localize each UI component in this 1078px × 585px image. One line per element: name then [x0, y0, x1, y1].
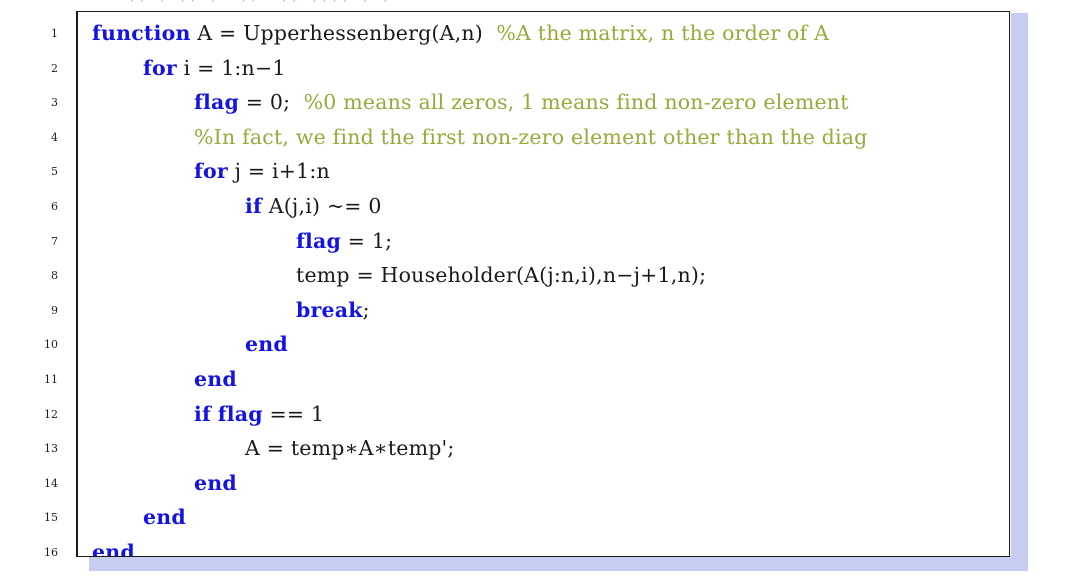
code-keyword: end	[194, 470, 237, 495]
clipped-text: . , ; . , . , ; . , . . , ; . . , , . , …	[120, 0, 389, 4]
code-line: flag = 0; %0 means all zeros, 1 means fi…	[92, 90, 1009, 125]
code-identifier: j = i+1:n	[227, 159, 330, 184]
line-number: 7	[51, 234, 58, 248]
code-comment: %In fact, we find the first non-zero ele…	[194, 124, 868, 149]
code-identifier: i = 1:n−1	[176, 55, 286, 80]
code-line: end	[92, 540, 1009, 557]
code-listing-frame: function A = Upperhessenberg(A,n) %A the…	[76, 11, 1010, 557]
code-identifier: == 1	[262, 401, 325, 426]
clipped-text-row-above-listing: . , ; . , . , ; . , . . , ; . . , , . , …	[0, 0, 1078, 7]
code-keyword: if	[194, 401, 212, 426]
code-keyword: flag	[194, 90, 240, 115]
code-keyword: end	[245, 332, 288, 357]
code-line: if flag == 1	[92, 402, 1009, 437]
line-number: 13	[44, 442, 58, 456]
code-comment: %0 means all zeros, 1 means find non-zer…	[303, 90, 849, 115]
code-keyword: for	[143, 55, 177, 80]
code-line: end	[92, 367, 1009, 402]
code-keyword: if	[245, 194, 263, 218]
code-identifier: A = temp∗A∗temp';	[245, 436, 455, 461]
code-keyword: end	[143, 505, 186, 530]
code-identifier: = 1;	[341, 228, 393, 253]
code-identifier: temp = Householder(A(j:n,i),n−j+1,n);	[296, 263, 707, 288]
line-number: 3	[51, 96, 58, 110]
listing-shadow-bottom	[89, 556, 1028, 571]
line-number: 5	[51, 165, 58, 179]
code-identifier	[211, 402, 218, 426]
line-number: 16	[44, 546, 58, 559]
code-line: %In fact, we find the first non-zero ele…	[92, 125, 1009, 160]
code-line: flag = 1;	[92, 229, 1009, 264]
line-number: 1	[51, 27, 58, 40]
listing-shadow-right	[1011, 13, 1028, 571]
code-keyword: end	[194, 367, 237, 391]
code-line: end	[92, 332, 1009, 367]
code-line: for i = 1:n−1	[92, 56, 1009, 91]
line-number: 14	[44, 476, 58, 490]
code-line: A = temp∗A∗temp';	[92, 436, 1009, 471]
line-number-gutter: 1 2 3 4 5 6 7 8 9 10 11 12 13 14 15 16	[0, 11, 74, 559]
code-identifier: A(j,i) ~= 0	[262, 194, 382, 218]
line-number: 8	[51, 269, 58, 283]
code-identifier: ;	[362, 297, 370, 322]
line-number: 6	[51, 200, 58, 213]
code-keyword: function	[92, 21, 191, 45]
code-line: if A(j,i) ~= 0	[92, 194, 1009, 229]
code-keyword: for	[194, 159, 228, 184]
code-keyword: flag	[296, 228, 342, 253]
code-keyword: break	[296, 297, 363, 322]
code-keyword: flag	[217, 401, 263, 426]
line-number: 12	[44, 407, 58, 421]
line-number: 11	[44, 373, 58, 386]
code-line: for j = i+1:n	[92, 159, 1009, 194]
code-line: end	[92, 471, 1009, 506]
code-identifier: = 0;	[239, 90, 304, 115]
code-comment: %A the matrix, n the order of A	[496, 21, 830, 45]
code-keyword: end	[92, 540, 135, 557]
line-number: 2	[51, 61, 58, 75]
line-number: 15	[44, 511, 58, 525]
line-number: 10	[44, 338, 58, 352]
code-line: function A = Upperhessenberg(A,n) %A the…	[92, 21, 1009, 56]
line-number: 9	[51, 303, 58, 317]
line-number: 4	[51, 130, 58, 144]
code-line: break;	[92, 298, 1009, 333]
code-line: end	[92, 505, 1009, 540]
code-line: temp = Householder(A(j:n,i),n−j+1,n);	[92, 263, 1009, 298]
code-identifier: A = Upperhessenberg(A,n)	[190, 21, 497, 45]
